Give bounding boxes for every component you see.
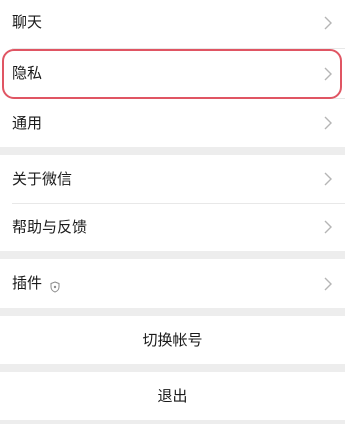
switch-account-button[interactable]: 切换帐号 (0, 316, 345, 364)
logout-button[interactable]: 退出 (0, 372, 345, 420)
settings-page: 聊天 隐私 通用 关于微信 帮助与反馈 插件 切换帐号 退出 (0, 0, 345, 424)
settings-item-chat[interactable]: 聊天 (0, 0, 345, 48)
chevron-right-icon (323, 116, 333, 130)
settings-group-2: 关于微信 帮助与反馈 (0, 155, 345, 251)
logout-label: 退出 (157, 387, 188, 405)
settings-item-general[interactable]: 通用 (0, 99, 345, 147)
settings-item-help-feedback[interactable]: 帮助与反馈 (0, 204, 345, 251)
chevron-right-icon (323, 16, 333, 30)
settings-item-label: 插件 (12, 274, 43, 292)
settings-item-label: 聊天 (12, 13, 43, 31)
settings-item-label: 关于微信 (12, 170, 73, 188)
settings-item-plugins[interactable]: 插件 (0, 259, 345, 308)
settings-item-privacy[interactable]: 隐私 (0, 49, 345, 98)
shield-icon (50, 278, 60, 293)
settings-item-about[interactable]: 关于微信 (0, 155, 345, 203)
chevron-right-icon (323, 172, 333, 186)
chevron-right-icon (323, 67, 333, 81)
switch-account-label: 切换帐号 (142, 331, 203, 349)
settings-item-label: 帮助与反馈 (12, 218, 88, 236)
settings-group-3: 插件 (0, 259, 345, 308)
settings-item-label: 隐私 (12, 64, 43, 82)
chevron-right-icon (323, 220, 333, 234)
settings-group-1: 聊天 隐私 通用 (0, 0, 345, 147)
settings-item-label: 通用 (12, 114, 43, 132)
chevron-right-icon (323, 277, 333, 291)
